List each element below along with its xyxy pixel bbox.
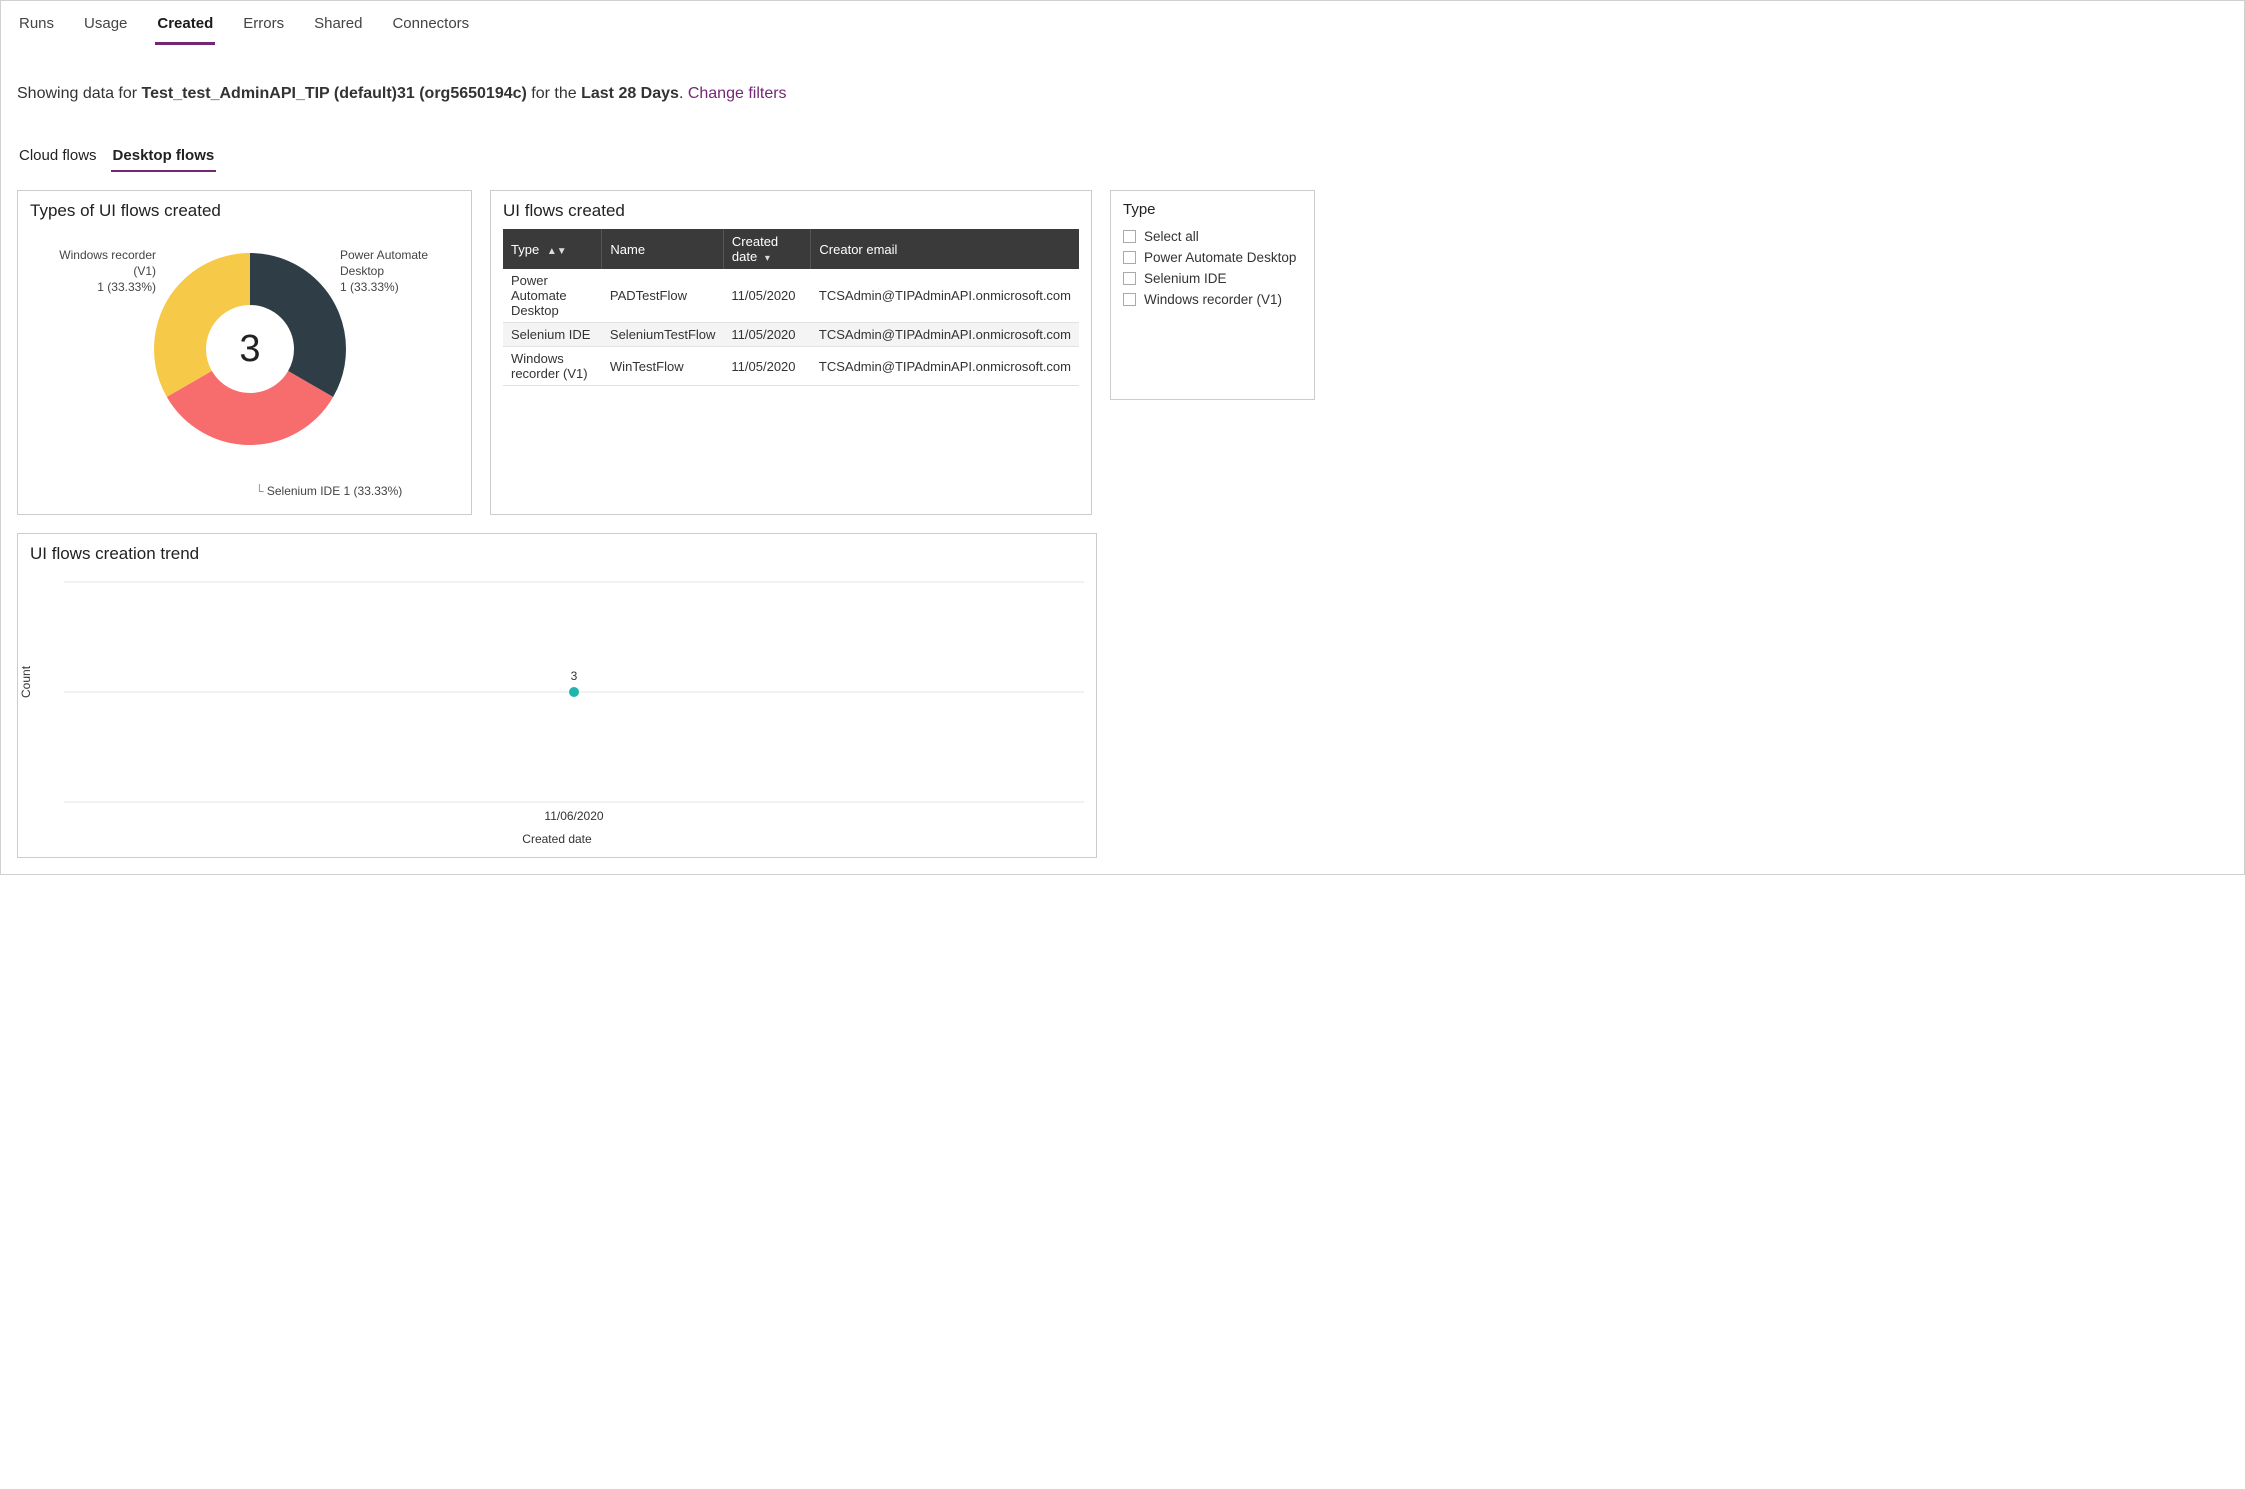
checkbox-icon[interactable] [1123, 251, 1136, 264]
col-header-created[interactable]: Created date ▾ [723, 229, 811, 269]
tab-connectors[interactable]: Connectors [390, 11, 471, 45]
tab-errors[interactable]: Errors [241, 11, 286, 45]
trend-chart[interactable]: 4 3 2 3 11/06/2020 [64, 572, 1084, 832]
tab-runs[interactable]: Runs [17, 11, 56, 45]
sub-tab-cloud-flows[interactable]: Cloud flows [17, 145, 99, 172]
change-filters-link[interactable]: Change filters [688, 85, 787, 102]
col-header-email[interactable]: Creator email [811, 229, 1079, 269]
x-tick: 11/06/2020 [544, 809, 603, 823]
trend-title: UI flows creation trend [30, 544, 1084, 564]
filter-title: Type [1123, 201, 1302, 218]
trend-point-label: 3 [571, 669, 578, 683]
checkbox-icon[interactable] [1123, 230, 1136, 243]
filter-item-selenium[interactable]: Selenium IDE [1123, 268, 1302, 289]
donut-center-value: 3 [150, 249, 350, 449]
trend-card: UI flows creation trend Count 4 3 2 3 11… [17, 533, 1097, 858]
cell-email: TCSAdmin@TIPAdminAPI.onmicrosoft.com [811, 347, 1079, 386]
tab-created[interactable]: Created [155, 11, 215, 45]
filter-item-select-all[interactable]: Select all [1123, 226, 1302, 247]
sub-tabs: Cloud flows Desktop flows [17, 145, 2228, 172]
table-row[interactable]: Selenium IDE SeleniumTestFlow 11/05/2020… [503, 323, 1079, 347]
filter-item-windows[interactable]: Windows recorder (V1) [1123, 289, 1302, 310]
filter-item-label: Select all [1144, 229, 1199, 244]
filter-item-pad[interactable]: Power Automate Desktop [1123, 247, 1302, 268]
chevron-down-icon[interactable]: ▾ [765, 253, 770, 264]
x-axis-label: Created date [30, 832, 1084, 846]
sub-tab-desktop-flows[interactable]: Desktop flows [111, 145, 217, 172]
cell-name: PADTestFlow [602, 269, 724, 323]
col-header-created-label: Created date [732, 234, 778, 264]
tab-shared[interactable]: Shared [312, 11, 364, 45]
context-summary: Showing data for Test_test_AdminAPI_TIP … [17, 85, 2228, 103]
cell-email: TCSAdmin@TIPAdminAPI.onmicrosoft.com [811, 269, 1079, 323]
tab-usage[interactable]: Usage [82, 11, 129, 45]
y-axis-label: Count [19, 666, 33, 698]
filter-item-label: Power Automate Desktop [1144, 250, 1296, 265]
context-period: . [679, 85, 688, 102]
filter-item-label: Selenium IDE [1144, 271, 1227, 286]
context-range: Last 28 Days [581, 85, 679, 102]
table-row[interactable]: Windows recorder (V1) WinTestFlow 11/05/… [503, 347, 1079, 386]
checkbox-icon[interactable] [1123, 293, 1136, 306]
filter-card: Type Select all Power Automate Desktop S… [1110, 190, 1315, 400]
col-header-type-label: Type [511, 242, 539, 257]
table-title: UI flows created [503, 201, 1079, 221]
context-env-name: Test_test_AdminAPI_TIP (default)31 (org5… [142, 85, 527, 102]
donut-card: Types of UI flows created 3 Power Automa… [17, 190, 472, 515]
table-row[interactable]: Power Automate Desktop PADTestFlow 11/05… [503, 269, 1079, 323]
sort-icon[interactable]: ▲▼ [547, 246, 567, 257]
donut-title: Types of UI flows created [30, 201, 459, 221]
donut-label-win-line1: Windows recorder (V1) [36, 247, 156, 279]
cell-email: TCSAdmin@TIPAdminAPI.onmicrosoft.com [811, 323, 1079, 347]
donut-label-pad-line1: Power Automate Desktop [340, 247, 459, 279]
trend-point[interactable] [569, 687, 579, 697]
cell-type: Selenium IDE [503, 323, 602, 347]
main-tabs: Runs Usage Created Errors Shared Connect… [17, 1, 2228, 45]
cell-type: Windows recorder (V1) [503, 347, 602, 386]
cell-name: WinTestFlow [602, 347, 724, 386]
col-header-type[interactable]: Type ▲▼ [503, 229, 602, 269]
filter-item-label: Windows recorder (V1) [1144, 292, 1282, 307]
cell-created: 11/05/2020 [723, 323, 811, 347]
cell-name: SeleniumTestFlow [602, 323, 724, 347]
donut-label-win-line2: 1 (33.33%) [36, 279, 156, 295]
cell-created: 11/05/2020 [723, 269, 811, 323]
col-header-name[interactable]: Name [602, 229, 724, 269]
checkbox-icon[interactable] [1123, 272, 1136, 285]
ui-flows-table: Type ▲▼ Name Created date ▾ Creator emai… [503, 229, 1079, 386]
cell-type: Power Automate Desktop [503, 269, 602, 323]
context-mid: for the [527, 85, 581, 102]
context-prefix: Showing data for [17, 85, 142, 102]
donut-label-pad-line2: 1 (33.33%) [340, 279, 459, 295]
donut-label-sel: Selenium IDE 1 (33.33%) [267, 484, 402, 498]
cell-created: 11/05/2020 [723, 347, 811, 386]
table-card: UI flows created Type ▲▼ Name Created da… [490, 190, 1092, 515]
